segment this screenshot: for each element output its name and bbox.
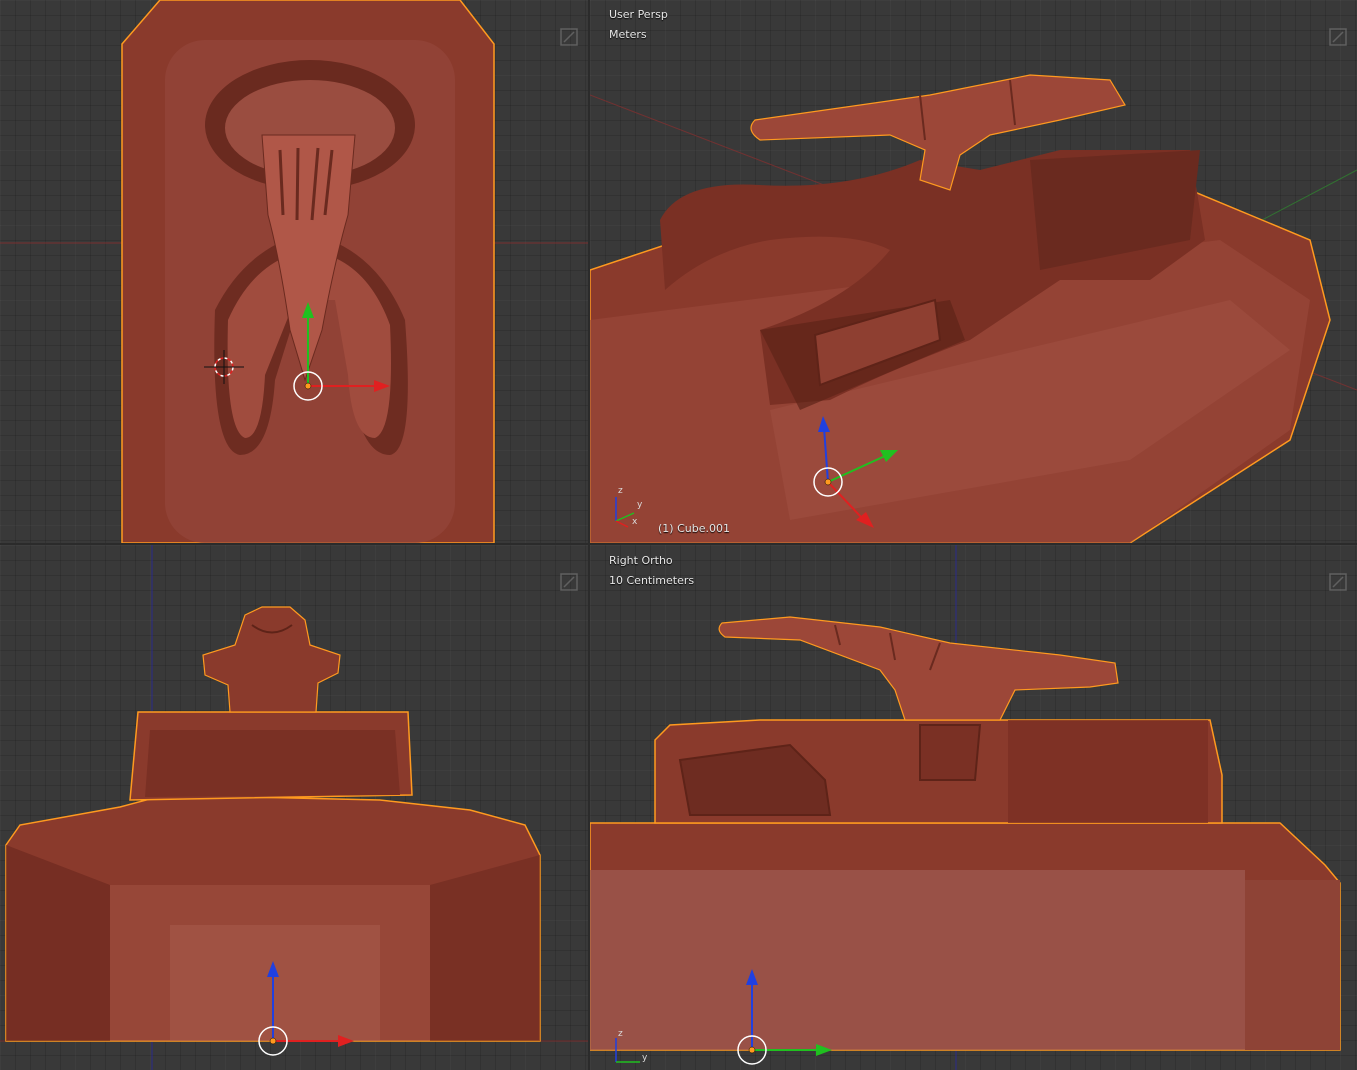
top-view-scene (0, 0, 588, 543)
maximize-icon[interactable] (560, 573, 578, 591)
mesh-handle (202, 606, 341, 713)
right-view-scene (590, 545, 1341, 1070)
view-name: User Persp (609, 8, 668, 21)
viewport-top[interactable] (0, 0, 588, 543)
axis-label-y: y (637, 500, 643, 510)
view-units: 10 Centimeters (609, 574, 695, 587)
persp-view-scene (590, 74, 1357, 543)
axis-label-z: z (618, 486, 623, 496)
active-object-label: (1) Cube.001 (658, 522, 730, 535)
maximize-icon[interactable] (1329, 28, 1347, 46)
maximize-icon[interactable] (1329, 573, 1347, 591)
viewport-front[interactable] (0, 545, 588, 1070)
view-name: Right Ortho (609, 554, 673, 567)
axis-label-x: x (632, 517, 638, 527)
axis-label-z: z (618, 1029, 623, 1039)
viewport-user-persp[interactable]: User Persp Meters z y x (1) Cube.001 (590, 0, 1357, 543)
axis-label-y: y (642, 1053, 648, 1063)
mesh-handle (718, 616, 1119, 721)
front-view-scene (0, 545, 588, 1070)
maximize-icon[interactable] (560, 28, 578, 46)
viewport-right-ortho[interactable]: Right Ortho 10 Centimeters z y (590, 545, 1357, 1070)
view-units: Meters (609, 28, 647, 41)
